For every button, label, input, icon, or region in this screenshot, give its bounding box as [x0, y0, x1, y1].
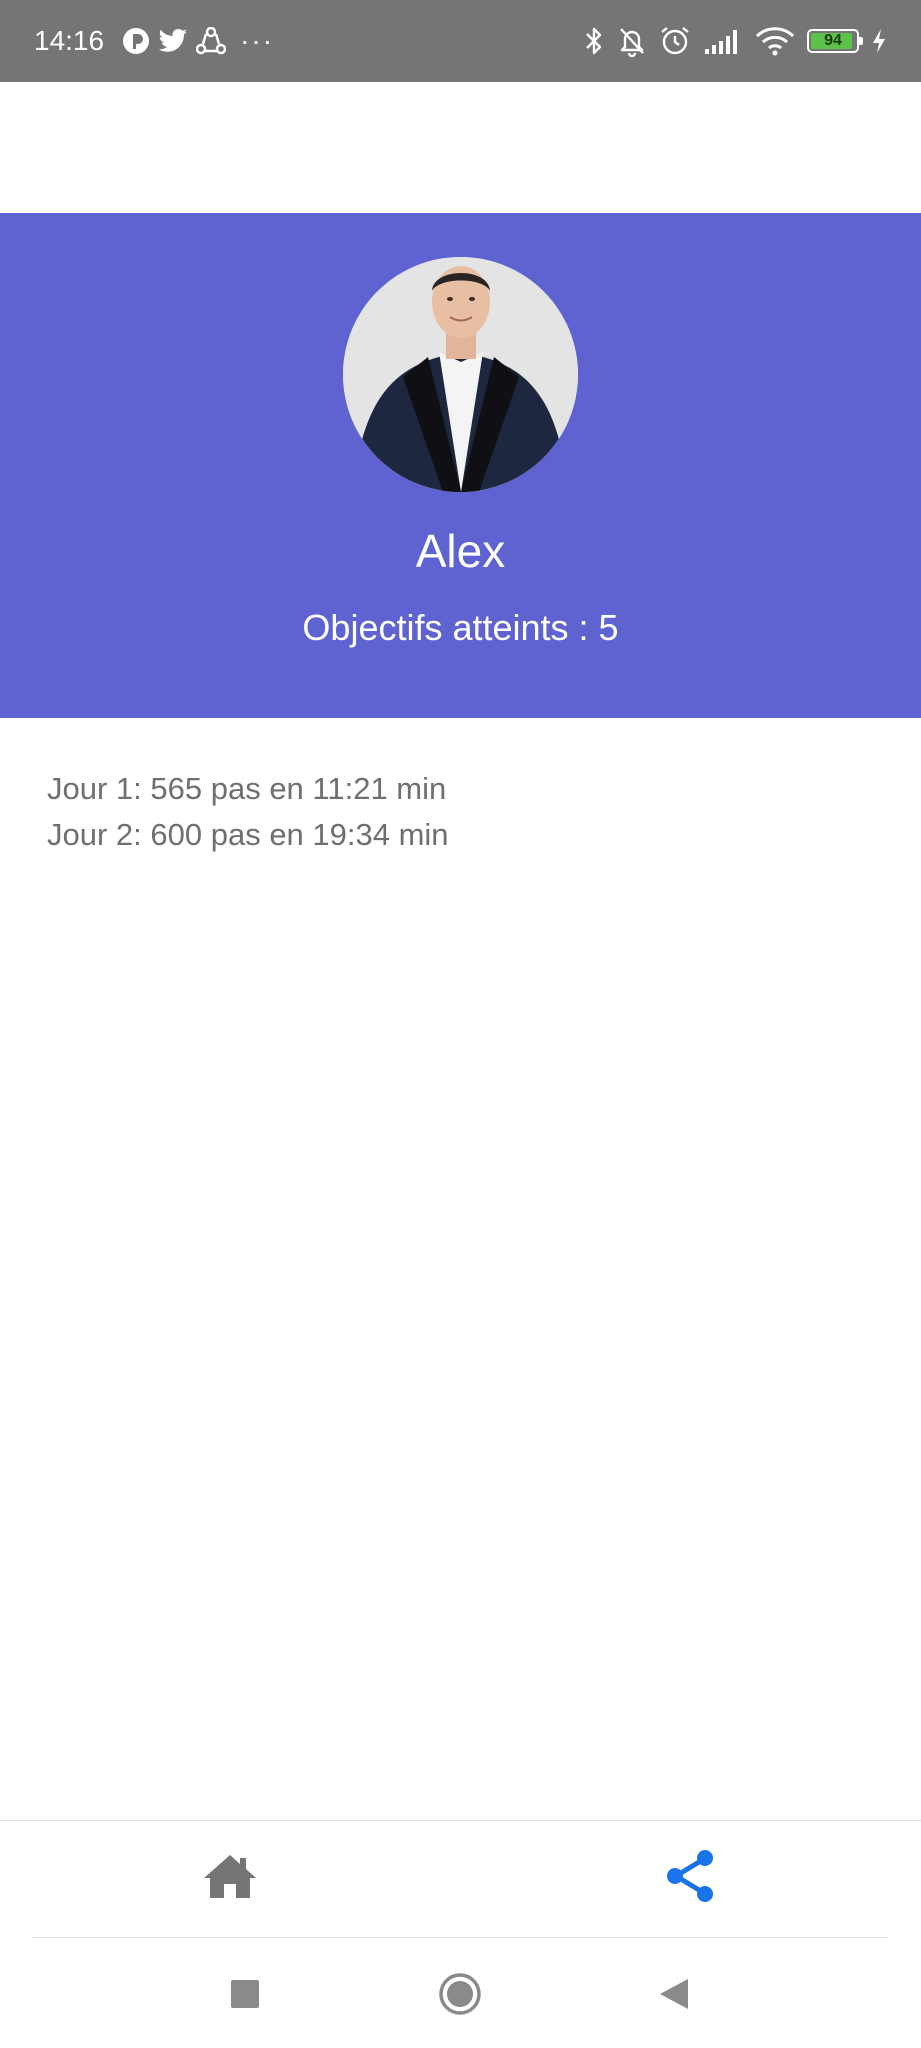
share-icon	[667, 1850, 713, 1902]
battery-level-text: 94	[824, 32, 842, 49]
avatar	[343, 257, 578, 492]
back-button[interactable]	[646, 1966, 702, 2022]
alarm-icon	[659, 25, 691, 57]
daily-stats-list: Jour 1: 565 pas en 11:21 min Jour 2: 600…	[47, 766, 449, 858]
home-circle-icon	[439, 1973, 481, 2015]
goals-achieved-text: Objectifs atteints : 5	[302, 607, 619, 648]
list-item: Jour 1: 565 pas en 11:21 min	[47, 771, 447, 806]
system-home-button[interactable]	[432, 1966, 488, 2022]
signal-icon	[703, 27, 743, 55]
tab-share[interactable]	[655, 1841, 725, 1911]
tab-home[interactable]	[195, 1841, 265, 1911]
screen: 14:16 ··· 94 Alex Objectifs atteints: 5…	[0, 0, 921, 2048]
more-notifications-indicator: ···	[240, 25, 275, 56]
status-bar-left: 14:16 ···	[34, 25, 274, 57]
home-icon	[204, 1855, 256, 1898]
system-navigation-bar	[0, 1938, 921, 2048]
status-bar: 14:16 ··· 94	[0, 0, 921, 82]
status-time: 14:16	[34, 25, 105, 56]
status-bar-right: 94	[571, 25, 887, 57]
charging-icon	[871, 28, 887, 54]
wifi-icon	[755, 26, 795, 56]
back-icon	[660, 1979, 688, 2009]
profile-name: Alex	[415, 525, 506, 577]
battery-tip	[859, 37, 863, 45]
recents-button[interactable]	[217, 1966, 273, 2022]
list-item: Jour 2: 600 pas en 19:34 min	[47, 817, 449, 852]
app-icon	[122, 27, 150, 55]
bottom-tab-bar	[0, 1820, 921, 1938]
battery-icon: 94	[807, 29, 863, 53]
recents-icon	[231, 1980, 259, 2008]
bluetooth-icon	[583, 25, 605, 57]
sync-icon	[196, 27, 227, 55]
twitter-icon	[158, 28, 188, 54]
bell-off-icon	[617, 25, 647, 57]
profile-header: Alex Objectifs atteints : 5	[0, 213, 921, 718]
